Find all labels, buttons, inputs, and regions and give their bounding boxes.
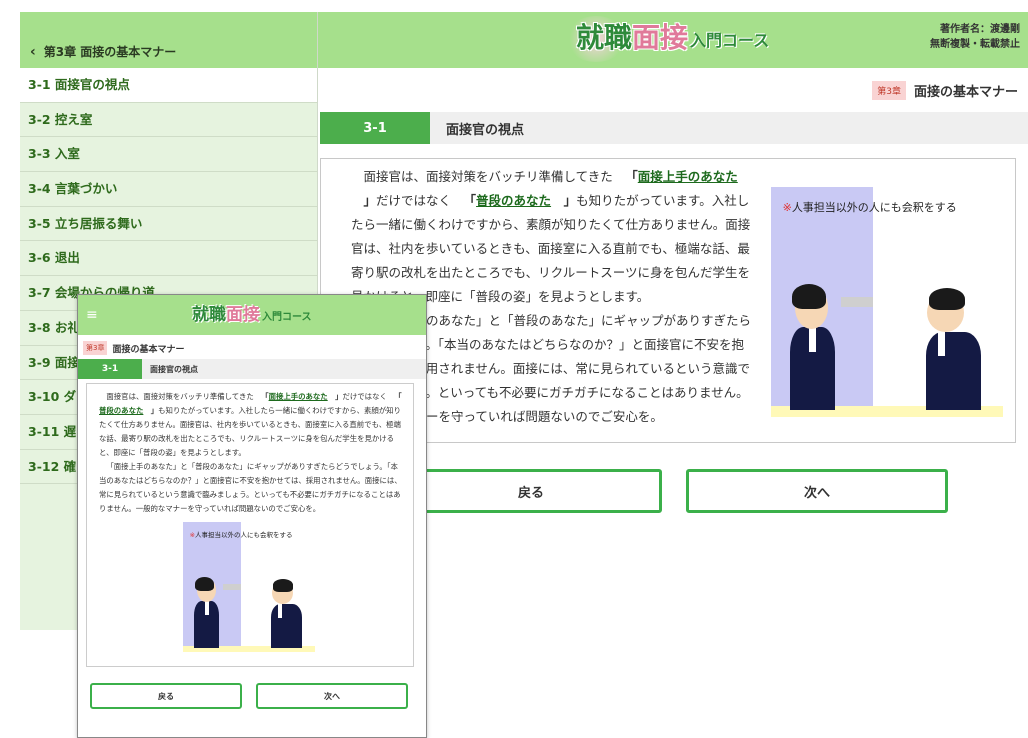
mobile-chapter-heading: 第3章 面接の基本マナー <box>83 341 184 355</box>
sidebar-item-3-6[interactable]: 3-6 退出 <box>20 241 317 277</box>
section-title: 面接官の視点 <box>446 122 525 138</box>
chevron-left-icon: ‹ <box>30 44 36 60</box>
mobile-paragraph-1-text-b: だけではなく <box>342 392 387 401</box>
caption-text: 人事担当以外の人にも会釈をする <box>791 200 957 214</box>
mobile-section-heading: 3-1 面接官の視点 <box>78 359 426 379</box>
mobile-link-mensetsu-jouzu[interactable]: 面接上手のあなた <box>254 392 343 401</box>
mobile-back-button[interactable]: 戻る <box>90 683 242 709</box>
chapter-badge: 第3章 <box>872 80 906 100</box>
chapter-title: 面接の基本マナー <box>913 84 1018 100</box>
mobile-illustration-student <box>191 576 223 649</box>
mobile-preview: ≡ 就職 面接 入門コース 第3章 面接の基本マナー 3-1 面接官の視点 面接… <box>77 294 427 738</box>
illustration-staff <box>919 288 984 411</box>
illustration: ※人事担当以外の人にも会釈をする <box>771 187 1003 417</box>
mobile-logo-part3: 入門コース <box>262 312 312 323</box>
chapter-heading: 第3章 面接の基本マナー <box>318 78 1018 102</box>
mobile-logo-part1: 就職 <box>192 305 226 325</box>
paragraph-1: 面接官は、面接対策をバッチリ準備してきた面接上手のあなただけではなく普段のあなた… <box>351 165 751 309</box>
sidebar-item-3-5[interactable]: 3-5 立ち居振る舞い <box>20 207 317 242</box>
mobile-caption-text: 人事担当以外の人にも会釈をする <box>195 530 293 539</box>
section-number: 3-1 <box>320 112 430 144</box>
section-heading: 3-1 面接官の視点 <box>320 112 1028 144</box>
mobile-chapter-badge: 第3章 <box>83 341 108 355</box>
mobile-header: ≡ 就職 面接 入門コース <box>78 295 426 335</box>
logo-part3: 入門コース <box>690 31 770 50</box>
mobile-section-number: 3-1 <box>78 359 142 379</box>
notice-text: 無断複製・転載禁止 <box>930 39 1020 50</box>
link-fudan[interactable]: 普段のあなた <box>451 193 576 208</box>
illustration-sign <box>840 297 874 307</box>
back-button[interactable]: 戻る <box>400 469 662 513</box>
mobile-logo-part2: 面接 <box>226 305 260 325</box>
illustration-caption: ※人事担当以外の人にも会釈をする <box>783 199 957 215</box>
sidebar-item-3-3[interactable]: 3-3 入室 <box>20 137 317 173</box>
logo-part2: 面接 <box>632 21 689 54</box>
mobile-paragraph-1-text-a: 面接官は、面接対策をバッチリ準備してきた <box>106 392 254 401</box>
mobile-illustration-sign <box>222 584 242 590</box>
site-logo[interactable]: 就職 面接 入門コース <box>576 22 769 54</box>
author-text: 著作者名：渡邊剛 <box>940 24 1020 35</box>
mobile-illustration: ※人事担当以外の人にも会釈をする <box>183 522 315 652</box>
mobile-next-button[interactable]: 次へ <box>256 683 408 709</box>
mobile-site-logo[interactable]: 就職 面接 入門コース <box>192 305 312 325</box>
next-button[interactable]: 次へ <box>686 469 948 513</box>
mobile-illustration-caption: ※人事担当以外の人にも会釈をする <box>190 529 293 539</box>
header: 就職 面接 入門コース 著作者名：渡邊剛 無断複製・転載禁止 <box>318 12 1028 68</box>
logo-part1: 就職 <box>576 21 633 54</box>
sidebar-item-3-4[interactable]: 3-4 言葉づかい <box>20 172 317 207</box>
mobile-paragraph-2: 「面接上手のあなた」と「普段のあなた」にギャップがありすぎたらどうでしょう。「本… <box>99 462 402 513</box>
mobile-illustration-staff <box>267 579 304 649</box>
sidebar-item-3-2[interactable]: 3-2 控え室 <box>20 103 317 138</box>
mobile-content-box: 面接官は、面接対策をバッチリ準備してきた面接上手のあなただけではなく普段のあなた… <box>86 383 414 667</box>
mobile-chapter-title: 面接の基本マナー <box>112 344 185 355</box>
sidebar-chapter-back[interactable]: ‹ 第3章 面接の基本マナー <box>20 12 317 68</box>
caption-mark: ※ <box>782 200 792 214</box>
mobile-paragraph-1: 面接官は、面接対策をバッチリ準備してきた面接上手のあなただけではなく普段のあなた… <box>99 390 403 460</box>
paragraph-1-text-b: だけではなく <box>376 193 452 208</box>
illustration-student <box>785 283 841 411</box>
copyright-info: 著作者名：渡邊剛 無断複製・転載禁止 <box>930 22 1020 52</box>
sidebar-item-3-1[interactable]: 3-1 面接官の視点 <box>20 68 317 103</box>
sidebar-chapter-title: 第3章 面接の基本マナー <box>43 45 177 59</box>
paragraph-1-text-a: 面接官は、面接対策をバッチリ準備してきた <box>363 169 613 184</box>
mobile-section-title: 面接官の視点 <box>150 364 198 374</box>
hamburger-menu-icon[interactable]: ≡ <box>86 307 98 323</box>
